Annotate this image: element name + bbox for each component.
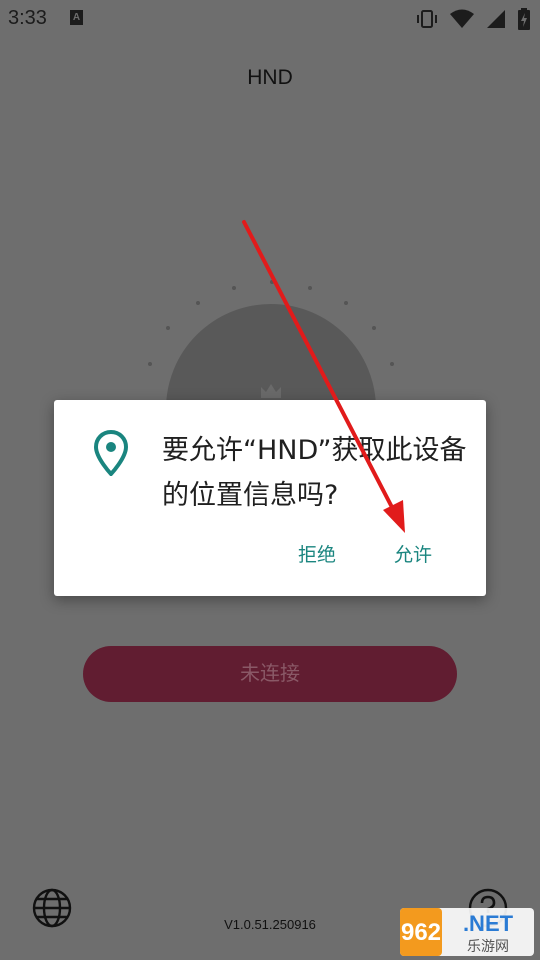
status-time: 3:33 bbox=[8, 7, 47, 29]
wifi-icon bbox=[450, 9, 474, 28]
deny-button[interactable]: 拒绝 bbox=[298, 540, 336, 567]
location-permission-dialog: 要允许“HND”获取此设备的位置信息吗? 拒绝 允许 bbox=[54, 400, 486, 596]
cell-signal-icon bbox=[487, 10, 505, 28]
status-bar: 3:33 A bbox=[0, 0, 540, 36]
notification-a-icon: A bbox=[70, 10, 83, 25]
vibrate-icon bbox=[417, 10, 437, 28]
allow-button[interactable]: 允许 bbox=[394, 540, 432, 567]
location-pin-icon bbox=[94, 430, 128, 476]
connect-button[interactable]: 未连接 bbox=[83, 646, 457, 702]
watermark-logo: 962 .NET 乐游网 bbox=[400, 908, 534, 956]
battery-charging-icon bbox=[518, 8, 530, 30]
crown-icon bbox=[261, 384, 281, 398]
watermark-tagline: 乐游网 bbox=[467, 939, 509, 955]
watermark-suffix: .NET bbox=[463, 911, 514, 936]
status-icons bbox=[416, 8, 530, 30]
dialog-message: 要允许“HND”获取此设备的位置信息吗? bbox=[162, 435, 467, 511]
watermark-number: 962 bbox=[401, 919, 441, 946]
app-title: HND bbox=[247, 66, 293, 89]
